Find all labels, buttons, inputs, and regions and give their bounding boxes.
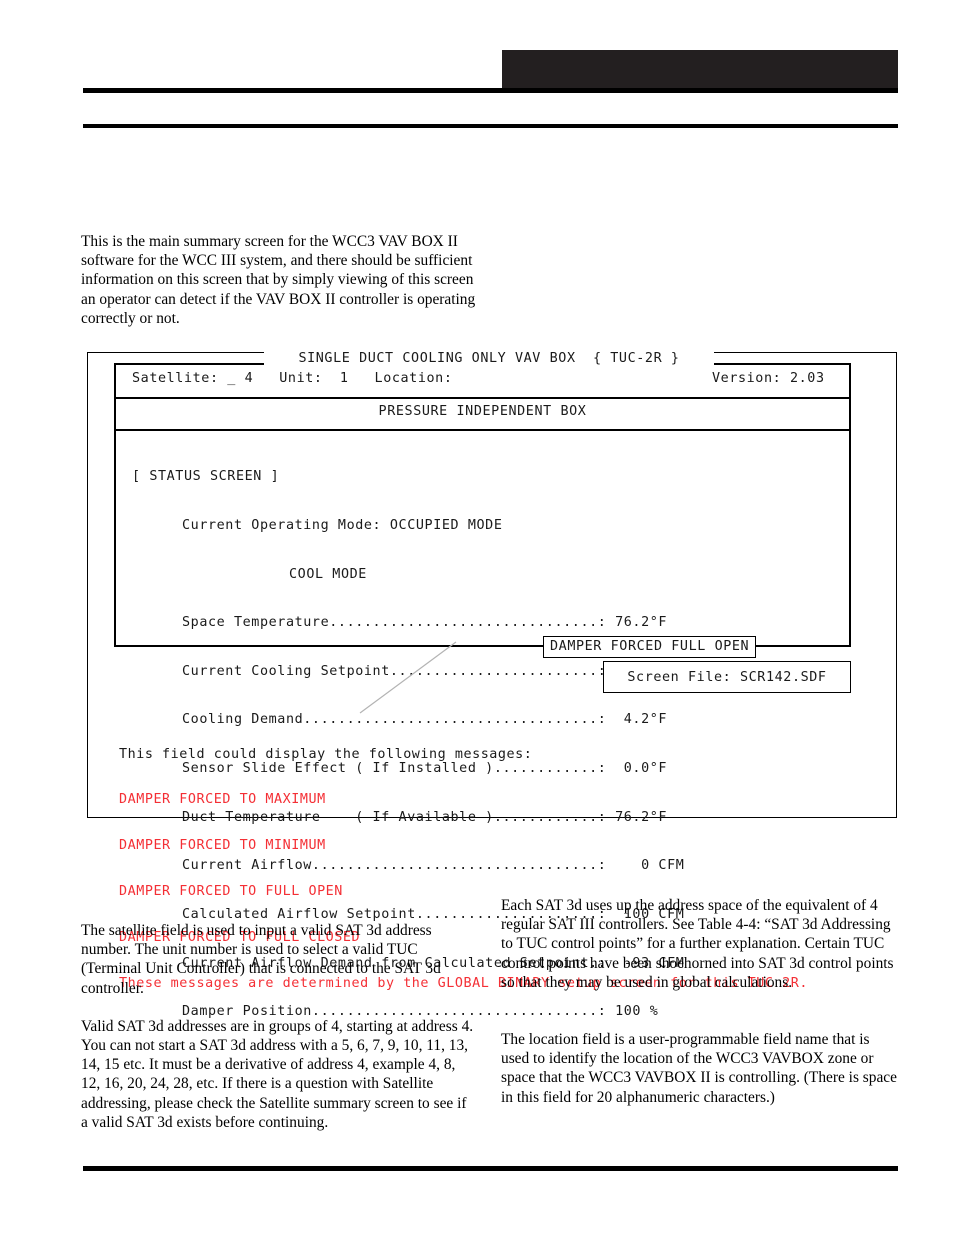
header-rule-top [83, 88, 898, 93]
title-rule-left [114, 363, 264, 365]
body-paragraph: Each SAT 3d uses up the address space of… [501, 897, 894, 991]
title-rule-right [714, 363, 851, 365]
terminal-subtitle: PRESSURE INDEPENDENT BOX [378, 404, 587, 419]
version-label: Version: 2.03 [712, 371, 825, 386]
intro-paragraph: This is the main summary screen for the … [81, 233, 476, 327]
body-paragraph: Valid SAT 3d addresses are in groups of … [81, 1017, 474, 1131]
column-spacer [501, 1011, 901, 1030]
terminal-header-row: Satellite: _ 4 Unit: 1 Location: Version… [114, 371, 851, 431]
message-item: DAMPER FORCED TO MINIMUM [119, 838, 326, 854]
terminal-title: SINGLE DUCT COOLING ONLY VAV BOX { TUC-2… [264, 351, 714, 366]
operating-mode-second-line: COOL MODE [289, 566, 367, 582]
terminal-divider-2 [114, 429, 851, 431]
screen-file-box: Screen File: SCR142.SDF [603, 661, 851, 693]
body-paragraph: The satellite field is used to input a v… [81, 922, 441, 997]
status-screen-heading: [ STATUS SCREEN ] [132, 469, 280, 485]
header-dark-block [502, 50, 898, 91]
status-row: Space Temperature.......................… [182, 615, 668, 631]
body-column-left: The satellite field is used to input a v… [81, 921, 476, 1132]
body-column-right: Each SAT 3d uses up the address space of… [501, 896, 901, 1107]
header-rule-second [83, 124, 898, 128]
terminal-figure: SINGLE DUCT COOLING ONLY VAV BOX { TUC-2… [87, 351, 897, 1019]
operating-mode-line: Current Operating Mode: OCCUPIED MODE [182, 518, 503, 534]
body-paragraph: The location field is a user-programmabl… [501, 1031, 897, 1106]
message-item: DAMPER FORCED TO MAXIMUM [119, 792, 326, 808]
damper-status-callout: DAMPER FORCED FULL OPEN [543, 636, 757, 658]
terminal-screen: SINGLE DUCT COOLING ONLY VAV BOX { TUC-2… [114, 351, 851, 1019]
messages-heading: This field could display the following m… [119, 746, 533, 762]
footer-rule [83, 1166, 898, 1171]
satellite-unit-location-field[interactable]: Satellite: _ 4 Unit: 1 Location: [132, 371, 453, 386]
terminal-divider-1 [114, 397, 851, 399]
